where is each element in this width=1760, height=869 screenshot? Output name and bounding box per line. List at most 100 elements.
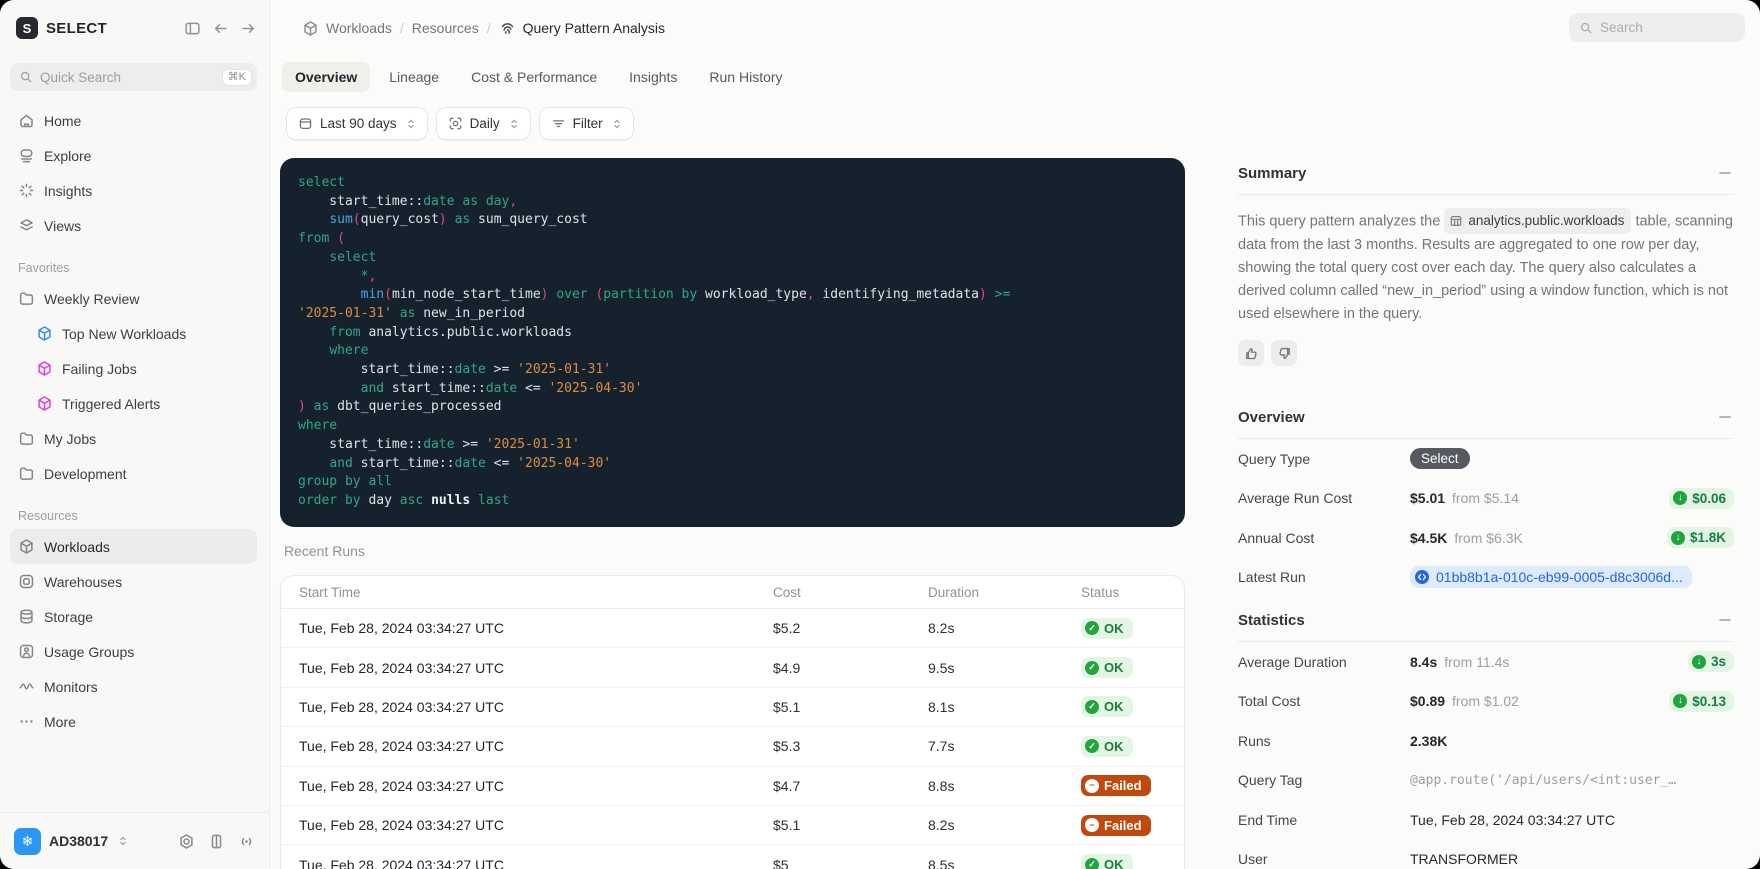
- breadcrumb-separator: /: [486, 20, 491, 36]
- status-label: OK: [1104, 660, 1124, 676]
- thumbs-down-button[interactable]: [1271, 340, 1297, 366]
- resources-list: Workloads Warehouses Storage Usage Group…: [0, 529, 269, 739]
- granularity-icon: [448, 116, 463, 131]
- code-line: and start_time::date <= '2025-04-30': [360, 380, 643, 396]
- status-badge: OK: [1081, 657, 1133, 679]
- collapse-section-icon[interactable]: [1716, 611, 1734, 629]
- filter-dropdown[interactable]: Daily: [435, 107, 531, 140]
- nav-back-icon[interactable]: [212, 20, 229, 37]
- account-switcher-icon[interactable]: [116, 834, 130, 848]
- tab[interactable]: Run History: [696, 62, 795, 92]
- row-runs: Runs 2.38K: [1238, 732, 1448, 749]
- cost-decrease-badge: $0.13: [1669, 690, 1734, 712]
- table-row[interactable]: Tue, Feb 28, 2024 03:34:27 UTC $5 8.5s O…: [281, 845, 1184, 869]
- code-line: sum(query_cost) as sum_query_cost: [329, 212, 588, 228]
- column-header-cost[interactable]: Cost: [773, 585, 928, 600]
- table-row[interactable]: Tue, Feb 28, 2024 03:34:27 UTC $4.7 8.8s…: [281, 767, 1184, 806]
- tab[interactable]: Overview: [282, 62, 371, 92]
- status-icon: [1085, 857, 1099, 869]
- sidebar-item[interactable]: Explore: [10, 138, 257, 173]
- sidebar-item-label: Monitors: [44, 678, 98, 695]
- status-label: OK: [1104, 620, 1124, 636]
- sidebar-item[interactable]: Top New Workloads: [28, 316, 257, 351]
- column-header-start-time[interactable]: Start Time: [299, 585, 773, 600]
- filter-dropdown[interactable]: Filter: [538, 107, 634, 140]
- row-annual-cost: Annual Cost $4.5Kfrom $6.3K $1.8K: [1238, 518, 1734, 558]
- sidebar-item[interactable]: Usage Groups: [10, 634, 257, 669]
- decrease-icon: [1670, 530, 1685, 545]
- table-row[interactable]: Tue, Feb 28, 2024 03:34:27 UTC $5.3 7.7s…: [281, 727, 1184, 767]
- cost-decrease-badge: $0.06: [1669, 487, 1734, 509]
- breadcrumb-current-page: Query Pattern Analysis: [499, 20, 665, 37]
- thumbs-up-button[interactable]: [1238, 340, 1264, 366]
- code-line: group by all: [298, 474, 392, 490]
- cell-cost: $5: [773, 856, 789, 869]
- table-chip[interactable]: analytics.public.workloads: [1444, 208, 1632, 234]
- table-row[interactable]: Tue, Feb 28, 2024 03:34:27 UTC $5.1 8.1s…: [281, 688, 1184, 728]
- cell-duration: 8.1s: [928, 698, 955, 715]
- status-icon: [1085, 739, 1099, 754]
- tab[interactable]: Cost & Performance: [458, 62, 610, 92]
- sidebar-item-label: Workloads: [44, 538, 110, 555]
- sidebar-item-label: Usage Groups: [44, 643, 135, 660]
- row-total-cost: Total Cost $0.89from $1.02 $0.13: [1238, 682, 1734, 722]
- breadcrumb-label: Workloads: [326, 20, 392, 36]
- sidebar-item[interactable]: Failing Jobs: [28, 351, 257, 386]
- latest-run-link[interactable]: 01bb8b1a-010c-eb99-0005-d8c3006d...: [1410, 566, 1692, 589]
- code-line: '2025-01-31' as new_in_period: [298, 305, 525, 321]
- code-line: order by day asc nulls last: [298, 492, 510, 508]
- thumb-up-icon: [1244, 346, 1259, 361]
- cube-icon: [18, 538, 35, 555]
- code-line: select: [298, 175, 345, 190]
- filter-dropdown[interactable]: Last 90 days: [286, 107, 428, 140]
- sidebar-item[interactable]: Weekly Review: [10, 281, 257, 316]
- status-icon: [1085, 699, 1099, 714]
- monitor-icon: [18, 678, 35, 695]
- cube-icon: [36, 395, 53, 412]
- sidebar-item[interactable]: Triggered Alerts: [28, 386, 257, 421]
- code-line: from analytics.public.workloads: [329, 324, 572, 340]
- sidebar-item[interactable]: Storage: [10, 599, 257, 634]
- table-row[interactable]: Tue, Feb 28, 2024 03:34:27 UTC $5.1 8.2s…: [281, 806, 1184, 846]
- collapse-section-icon[interactable]: [1716, 408, 1734, 426]
- status-label: OK: [1104, 699, 1124, 715]
- nav-forward-icon[interactable]: [240, 20, 257, 37]
- sidebar-item[interactable]: My Jobs: [10, 421, 257, 456]
- collapse-section-icon[interactable]: [1716, 164, 1734, 182]
- tab[interactable]: Lineage: [376, 62, 452, 92]
- status-label: Failed: [1104, 778, 1142, 794]
- settings-icon[interactable]: [178, 833, 195, 850]
- shortcut-badge: ⌘K: [221, 68, 252, 86]
- code-line: ) as dbt_queries_processed: [298, 399, 502, 415]
- docs-icon[interactable]: [208, 833, 225, 850]
- sql-code-block[interactable]: select start_time::date as day, sum(quer…: [280, 158, 1185, 527]
- breadcrumb-workloads[interactable]: Workloads: [302, 20, 392, 37]
- filter-icon: [551, 116, 566, 131]
- sidebar-item[interactable]: Workloads: [10, 529, 257, 564]
- summary-title: Summary: [1238, 164, 1307, 182]
- sidebar-item[interactable]: Warehouses: [10, 564, 257, 599]
- table-row[interactable]: Tue, Feb 28, 2024 03:34:27 UTC $5.2 8.2s…: [281, 609, 1184, 649]
- row-query-type: Query Type Select: [1238, 439, 1734, 479]
- sidebar-item[interactable]: Home: [10, 103, 257, 138]
- sidebar-item[interactable]: Monitors: [10, 669, 257, 704]
- filter-label: Last 90 days: [320, 116, 397, 131]
- decrease-icon: [1673, 491, 1688, 506]
- explore-icon: [18, 147, 35, 164]
- column-header-duration[interactable]: Duration: [928, 585, 1081, 600]
- sidebar-item[interactable]: Views: [10, 208, 257, 243]
- tab[interactable]: Insights: [616, 62, 690, 92]
- quick-search-input[interactable]: Quick Search ⌘K: [10, 63, 257, 91]
- table-row[interactable]: Tue, Feb 28, 2024 03:34:27 UTC $4.9 9.5s…: [281, 648, 1184, 688]
- sidebar-item[interactable]: More: [10, 704, 257, 739]
- warehouse-icon: [18, 573, 35, 590]
- cube-icon: [36, 325, 53, 342]
- broadcast-icon[interactable]: [238, 833, 255, 850]
- filter-label: Filter: [572, 116, 603, 131]
- sidebar-item[interactable]: Insights: [10, 173, 257, 208]
- row-end-time: End Time Tue, Feb 28, 2024 03:34:27 UTC: [1238, 811, 1615, 828]
- sidebar-item[interactable]: Development: [10, 456, 257, 491]
- collapse-sidebar-icon[interactable]: [184, 20, 201, 37]
- column-header-status[interactable]: Status: [1081, 585, 1184, 600]
- breadcrumb-resources[interactable]: Resources: [412, 20, 479, 36]
